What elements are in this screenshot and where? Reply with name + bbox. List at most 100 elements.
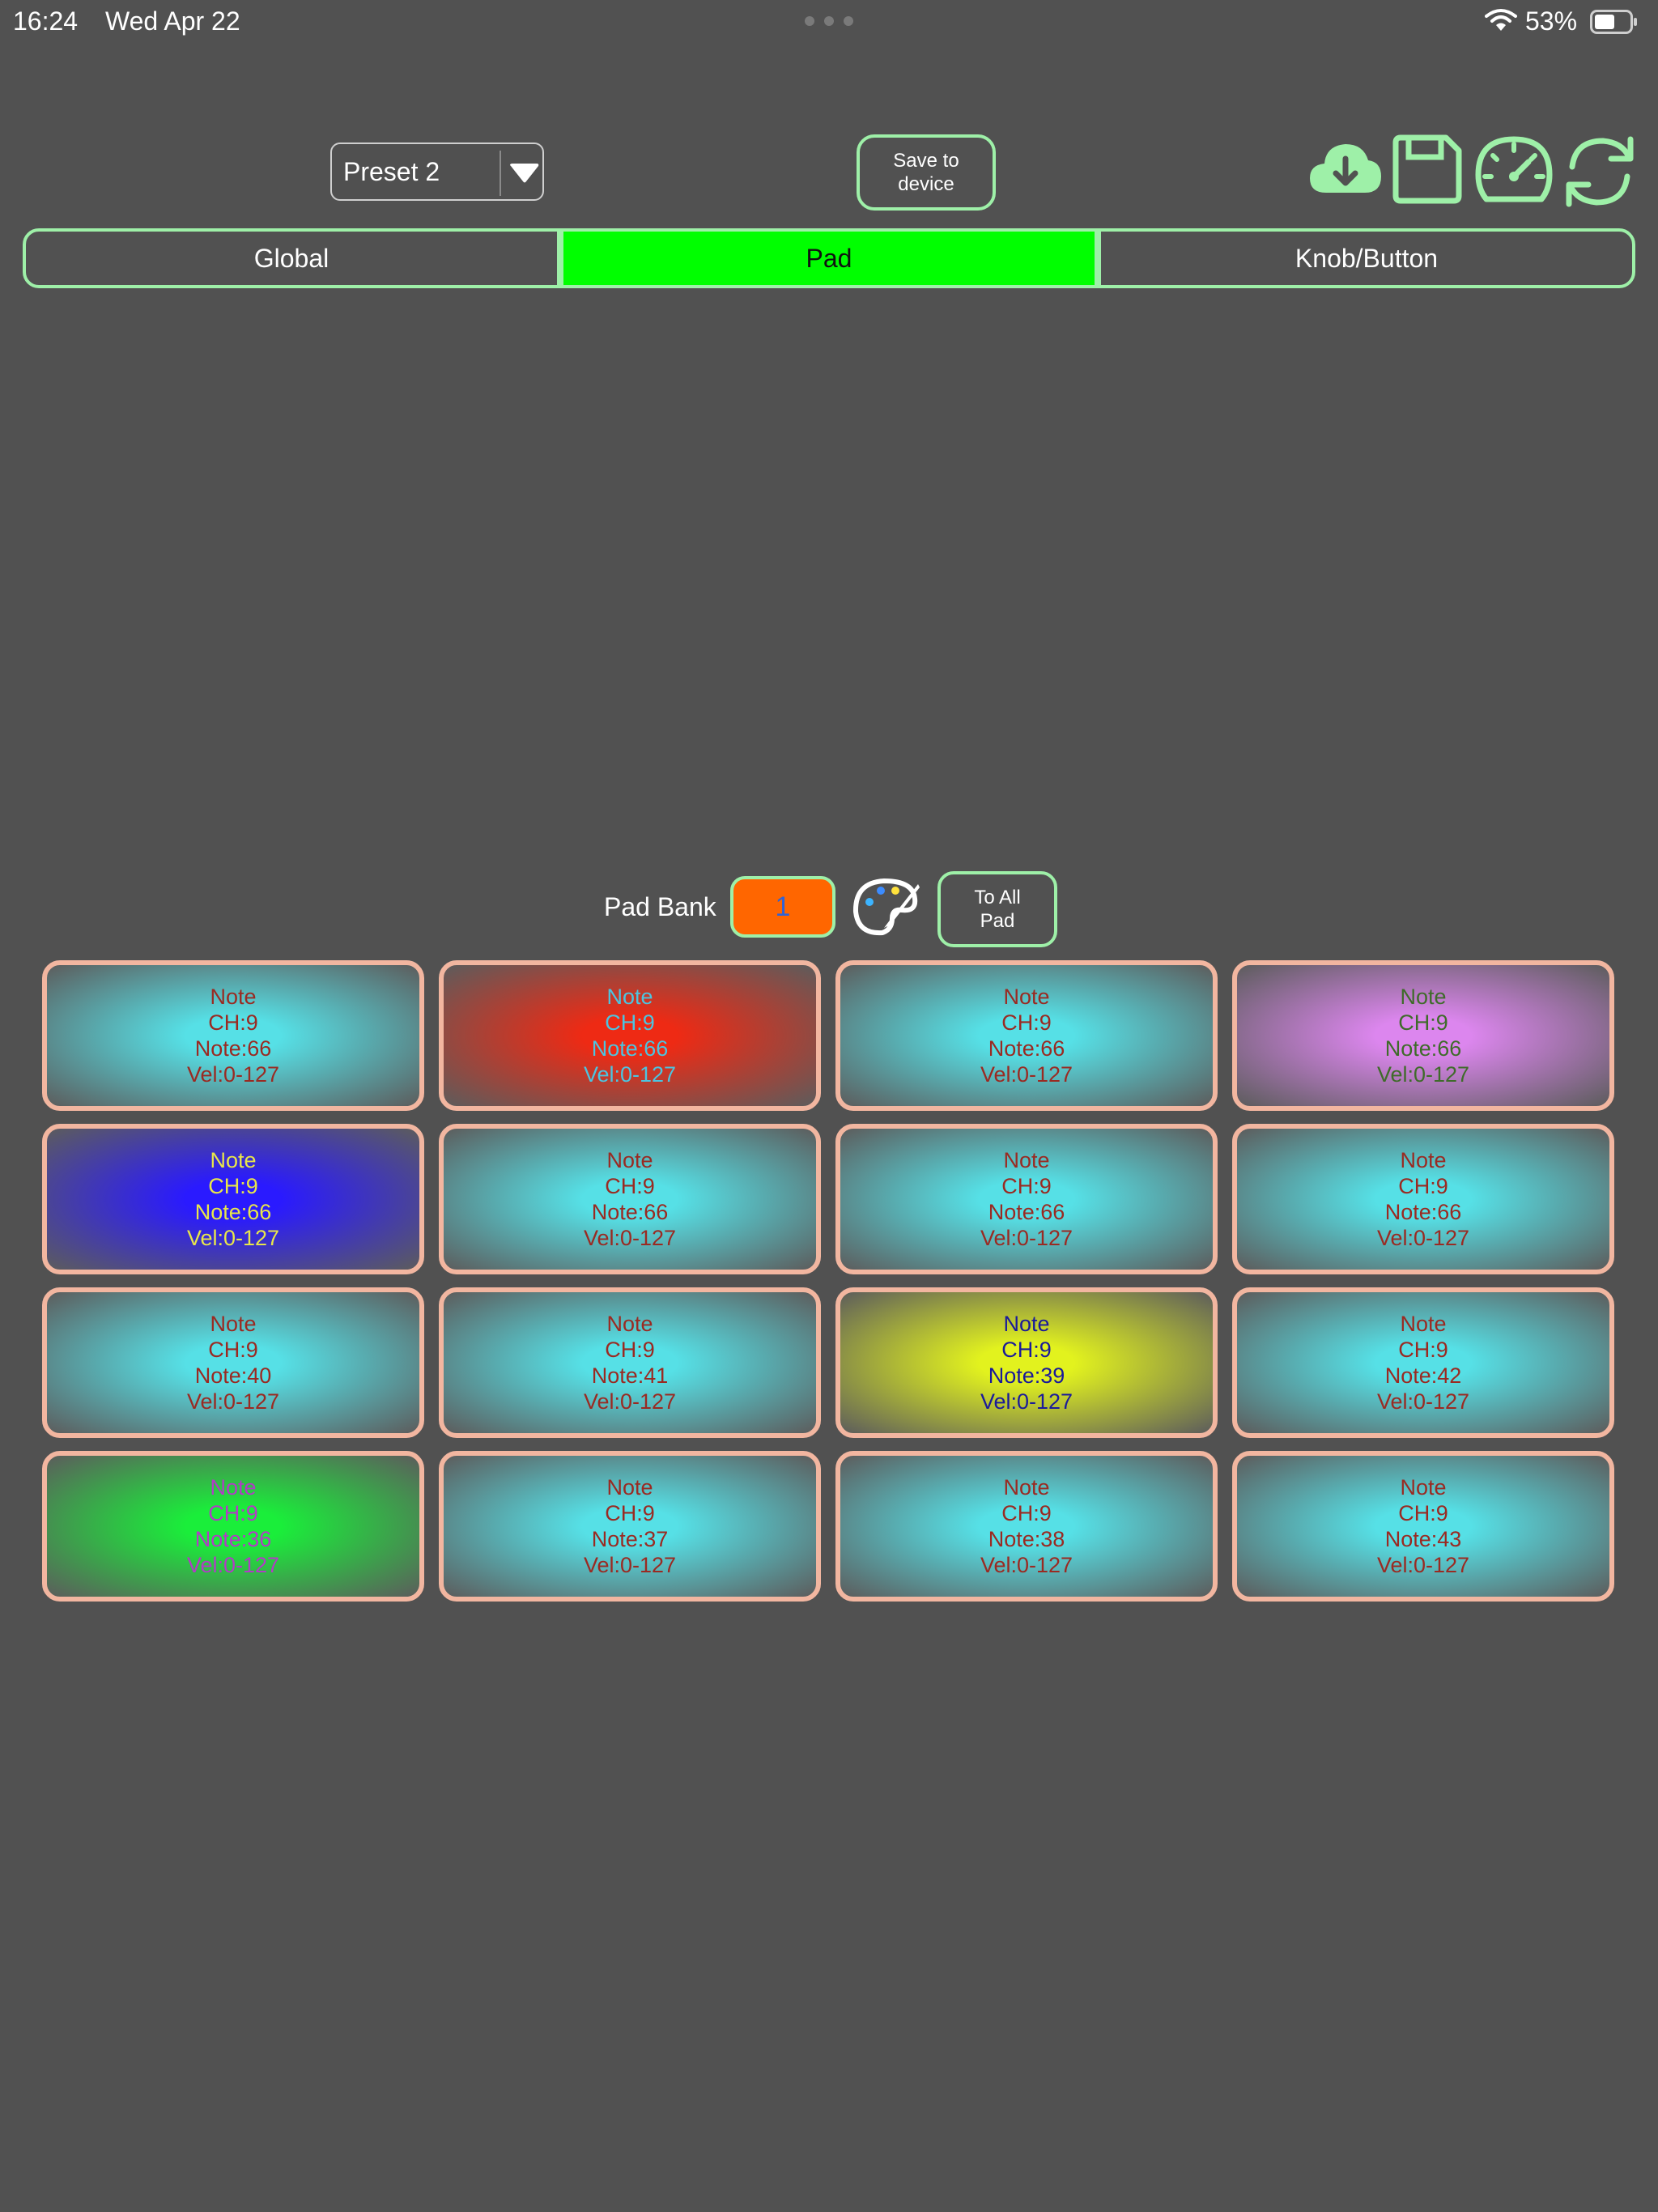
pad-note-label: Note:36 (194, 1527, 272, 1551)
pad-type-label: Note (1003, 1475, 1050, 1499)
preset-label: Preset 2 (343, 157, 440, 186)
pad-10[interactable]: Note CH:9 Note:41 Vel:0-127 (439, 1287, 821, 1438)
pad-type-label: Note (1400, 1148, 1447, 1172)
pad-bank-selector[interactable]: 1 (730, 876, 835, 938)
pad-type-label: Note (210, 985, 257, 1009)
pad-ch-label: CH:9 (208, 1501, 258, 1525)
pad-vel-label: Vel:0-127 (186, 1389, 280, 1414)
pad-ch-label: CH:9 (1001, 1174, 1052, 1198)
pad-type-label: Note (1400, 1312, 1447, 1336)
pad-note-label: Note:66 (1384, 1200, 1462, 1224)
pad-8[interactable]: Note CH:9 Note:66 Vel:0-127 (1232, 1124, 1614, 1274)
pad-3[interactable]: Note CH:9 Note:66 Vel:0-127 (835, 960, 1218, 1111)
pad-ch-label: CH:9 (1001, 1338, 1052, 1362)
pad-12[interactable]: Note CH:9 Note:42 Vel:0-127 (1232, 1287, 1614, 1438)
pad-ch-label: CH:9 (1001, 1501, 1052, 1525)
pad-vel-label: Vel:0-127 (1376, 1226, 1470, 1250)
tab-pad[interactable]: Pad (563, 232, 1095, 285)
pad-vel-label: Vel:0-127 (186, 1226, 280, 1250)
pad-ch-label: CH:9 (208, 1174, 258, 1198)
floppy-disk-icon[interactable] (1392, 134, 1462, 204)
to-all-pad-button[interactable]: To All Pad (937, 871, 1057, 947)
tab-divider (1095, 232, 1101, 285)
tab-global[interactable]: Global (26, 232, 557, 285)
pad-ch-label: CH:9 (605, 1174, 655, 1198)
pad-ch-label: CH:9 (605, 1501, 655, 1525)
pad-note-label: Note:66 (1384, 1036, 1462, 1061)
pad-type-label: Note (1400, 1475, 1447, 1499)
pad-6[interactable]: Note CH:9 Note:66 Vel:0-127 (439, 1124, 821, 1274)
pad-vel-label: Vel:0-127 (980, 1553, 1073, 1577)
preset-select[interactable]: Preset 2 (330, 143, 544, 201)
pad-vel-label: Vel:0-127 (583, 1553, 677, 1577)
pad-vel-label: Vel:0-127 (980, 1389, 1073, 1414)
pad-7[interactable]: Note CH:9 Note:66 Vel:0-127 (835, 1124, 1218, 1274)
pad-vel-label: Vel:0-127 (186, 1553, 280, 1577)
pad-type-label: Note (1003, 1312, 1050, 1336)
pad-note-label: Note:66 (988, 1200, 1065, 1224)
pad-note-label: Note:66 (591, 1036, 669, 1061)
pad-note-label: Note:37 (591, 1527, 669, 1551)
preset-divider (500, 151, 501, 196)
refresh-icon[interactable] (1561, 134, 1639, 209)
pad-type-label: Note (1003, 1148, 1050, 1172)
pad-16[interactable]: Note CH:9 Note:43 Vel:0-127 (1232, 1451, 1614, 1602)
pad-vel-label: Vel:0-127 (1376, 1062, 1470, 1087)
pad-bank-label: Pad Bank (604, 892, 716, 921)
pad-9[interactable]: Note CH:9 Note:40 Vel:0-127 (42, 1287, 424, 1438)
pad-13[interactable]: Note CH:9 Note:36 Vel:0-127 (42, 1451, 424, 1602)
pad-ch-label: CH:9 (1398, 1010, 1448, 1035)
status-date: Wed Apr 22 (105, 6, 240, 36)
pad-vel-label: Vel:0-127 (980, 1226, 1073, 1250)
pad-vel-label: Vel:0-127 (583, 1062, 677, 1087)
pad-ch-label: CH:9 (1001, 1010, 1052, 1035)
pad-ch-label: CH:9 (208, 1010, 258, 1035)
pad-type-label: Note (1003, 985, 1050, 1009)
pad-note-label: Note:66 (194, 1200, 272, 1224)
pad-type-label: Note (210, 1148, 257, 1172)
pad-note-label: Note:43 (1384, 1527, 1462, 1551)
battery-icon (1590, 10, 1637, 34)
pad-type-label: Note (606, 1475, 653, 1499)
pad-vel-label: Vel:0-127 (186, 1062, 280, 1087)
status-time: 16:24 (13, 6, 79, 36)
pad-ch-label: CH:9 (208, 1338, 258, 1362)
tab-knob-button[interactable]: Knob/Button (1101, 232, 1632, 285)
battery-percent: 53% (1525, 6, 1578, 36)
pad-11[interactable]: Note CH:9 Note:39 Vel:0-127 (835, 1287, 1218, 1438)
pad-14[interactable]: Note CH:9 Note:37 Vel:0-127 (439, 1451, 821, 1602)
pad-type-label: Note (210, 1475, 257, 1499)
pad-type-label: Note (606, 1148, 653, 1172)
pad-note-label: Note:39 (988, 1363, 1065, 1388)
pad-ch-label: CH:9 (1398, 1338, 1448, 1362)
pad-note-label: Note:38 (988, 1527, 1065, 1551)
pad-5[interactable]: Note CH:9 Note:66 Vel:0-127 (42, 1124, 424, 1274)
pad-ch-label: CH:9 (605, 1010, 655, 1035)
pad-vel-label: Vel:0-127 (1376, 1553, 1470, 1577)
palette-icon[interactable] (852, 876, 920, 938)
speedometer-icon[interactable] (1475, 134, 1553, 207)
pad-note-label: Note:40 (194, 1363, 272, 1388)
pad-note-label: Note:41 (591, 1363, 669, 1388)
pad-2[interactable]: Note CH:9 Note:66 Vel:0-127 (439, 960, 821, 1111)
status-bar: 16:24 Wed Apr 22 53% (0, 0, 1658, 40)
download-cloud-icon[interactable] (1307, 134, 1384, 207)
wifi-icon (1485, 9, 1517, 31)
pad-vel-label: Vel:0-127 (583, 1226, 677, 1250)
pad-vel-label: Vel:0-127 (1376, 1389, 1470, 1414)
pad-note-label: Note:66 (591, 1200, 669, 1224)
pad-4[interactable]: Note CH:9 Note:66 Vel:0-127 (1232, 960, 1614, 1111)
pad-type-label: Note (210, 1312, 257, 1336)
pad-note-label: Note:66 (988, 1036, 1065, 1061)
pad-vel-label: Vel:0-127 (583, 1389, 677, 1414)
tab-divider (557, 232, 563, 285)
pad-note-label: Note:42 (1384, 1363, 1462, 1388)
save-to-device-button[interactable]: Save to device (857, 134, 996, 211)
pad-type-label: Note (606, 1312, 653, 1336)
multitasking-dots-icon[interactable] (805, 16, 853, 26)
pad-15[interactable]: Note CH:9 Note:38 Vel:0-127 (835, 1451, 1218, 1602)
pad-type-label: Note (1400, 985, 1447, 1009)
pad-1[interactable]: Note CH:9 Note:66 Vel:0-127 (42, 960, 424, 1111)
pad-ch-label: CH:9 (1398, 1174, 1448, 1198)
pad-vel-label: Vel:0-127 (980, 1062, 1073, 1087)
